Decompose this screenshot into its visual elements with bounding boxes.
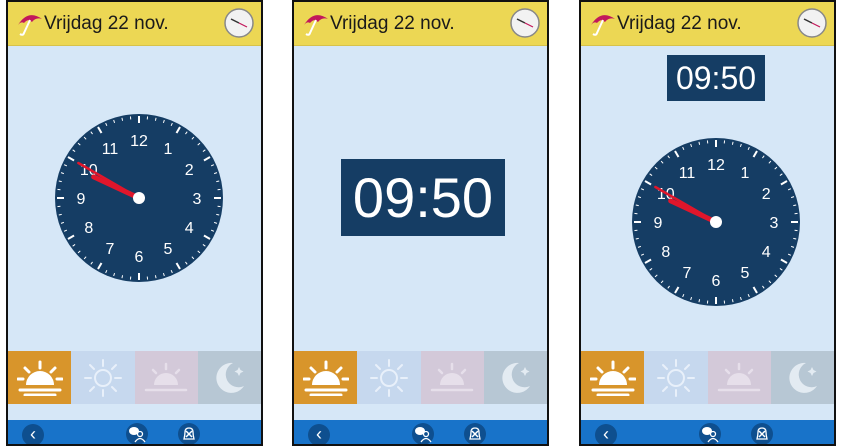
phone-screen-digital: Vrijdag 22 nov. 09:50 ‹ [292, 0, 549, 446]
daypart-tiles [294, 351, 547, 404]
sunrise-icon [589, 360, 636, 396]
clock-tick [216, 213, 220, 216]
phone-screen-combined: Vrijdag 22 nov. 09:50 12 1 2 3 4 5 6 7 8 9 10 11 [579, 0, 836, 446]
clock-tick [58, 180, 62, 183]
date-header: Vrijdag 22 nov. [8, 2, 261, 46]
mini-clock-icon[interactable] [796, 7, 828, 39]
date-label: Vrijdag 22 nov. [330, 13, 455, 34]
bell-off-icon[interactable] [751, 423, 773, 444]
clock-number: 3 [193, 191, 202, 208]
back-button[interactable]: ‹ [308, 424, 330, 444]
tile-night[interactable] [770, 351, 834, 404]
clock-number: 11 [102, 141, 119, 158]
clock-number: 9 [77, 191, 86, 208]
moon-icon [502, 362, 531, 393]
speech-person-icon[interactable] [699, 423, 721, 444]
clock-number: 7 [683, 265, 692, 282]
clock-number: 8 [661, 244, 670, 261]
date-label: Vrijdag 22 nov. [44, 13, 169, 34]
mini-clock-icon[interactable] [509, 7, 541, 39]
bell-off-icon[interactable] [178, 423, 200, 444]
clock-number: 6 [135, 249, 144, 266]
clock-tick [698, 299, 701, 303]
bell-off-icon[interactable] [464, 423, 486, 444]
bottom-navbar: ‹ [294, 420, 547, 444]
clock-tick [154, 117, 157, 121]
sunset-icon [717, 362, 761, 391]
clock-tick [731, 299, 734, 303]
tile-night[interactable] [483, 351, 547, 404]
umbrella-icon [18, 15, 42, 36]
clock-number: 4 [185, 220, 194, 237]
tile-day[interactable] [71, 351, 135, 404]
clock-tick [216, 180, 220, 183]
date-label: Vrijdag 22 nov. [617, 13, 742, 34]
daypart-tiles [8, 351, 261, 404]
sunrise-icon [16, 360, 63, 396]
clock-number: 1 [164, 141, 173, 158]
tile-afternoon[interactable] [420, 351, 484, 404]
clock-tick [635, 237, 639, 240]
clock-number: 2 [762, 186, 771, 203]
clock-number: 9 [654, 215, 663, 232]
clock-number: 6 [712, 273, 721, 290]
clock-number: 4 [762, 244, 771, 261]
clock-tick [154, 275, 157, 279]
clock-tick [121, 275, 124, 279]
clock-number: 1 [741, 165, 750, 182]
sunset-icon [144, 362, 188, 391]
clock-tick [121, 117, 124, 121]
sun-icon [83, 358, 122, 397]
tile-afternoon[interactable] [707, 351, 771, 404]
clock-number: 12 [707, 157, 725, 174]
sunrise-icon [302, 360, 349, 396]
tile-night[interactable] [197, 351, 261, 404]
tile-afternoon[interactable] [134, 351, 198, 404]
clock-tick [58, 213, 62, 216]
clock-tick [793, 204, 797, 207]
digital-clock: 09:50 [667, 55, 765, 101]
clock-tick [731, 141, 734, 145]
clock-tick [698, 141, 701, 145]
clock-number: 5 [164, 241, 173, 258]
tile-day[interactable] [357, 351, 421, 404]
bottom-navbar: ‹ [581, 420, 834, 444]
sun-icon [656, 358, 695, 397]
speech-person-icon[interactable] [412, 423, 434, 444]
tile-morning[interactable] [294, 351, 358, 404]
digital-clock: 09:50 [341, 159, 505, 236]
clock-tick [793, 237, 797, 240]
moon-icon [216, 362, 245, 393]
daypart-tiles [581, 351, 834, 404]
moon-icon [789, 362, 818, 393]
clock-number: 7 [106, 241, 115, 258]
sunset-icon [430, 362, 474, 391]
clock-center [710, 216, 722, 228]
clock-center [133, 192, 145, 204]
tile-day[interactable] [644, 351, 708, 404]
clock-number: 5 [741, 265, 750, 282]
umbrella-icon [304, 15, 328, 36]
clock-number: 2 [185, 162, 194, 179]
back-button[interactable]: ‹ [595, 424, 617, 444]
clock-number: 8 [84, 220, 93, 237]
date-header: Vrijdag 22 nov. [581, 2, 834, 46]
date-header: Vrijdag 22 nov. [294, 2, 547, 46]
bottom-navbar: ‹ [8, 420, 261, 444]
back-button[interactable]: ‹ [22, 424, 44, 444]
clock-number: 11 [679, 165, 696, 182]
mini-clock-icon[interactable] [223, 7, 255, 39]
speech-person-icon[interactable] [126, 423, 148, 444]
tile-morning[interactable] [8, 351, 72, 404]
umbrella-icon [591, 15, 615, 36]
analog-clock: 12 1234567891011 [55, 114, 223, 282]
clock-number: 3 [770, 215, 779, 232]
clock-tick [635, 204, 639, 207]
phone-screen-analog: Vrijdag 22 nov. 12 1 2 3 4 5 6 7 8 9 10 11 [6, 0, 263, 446]
sun-icon [369, 358, 408, 397]
tile-morning[interactable] [581, 351, 645, 404]
clock-number: 12 [130, 133, 148, 150]
analog-clock: 12 1234567891011 [632, 138, 800, 306]
